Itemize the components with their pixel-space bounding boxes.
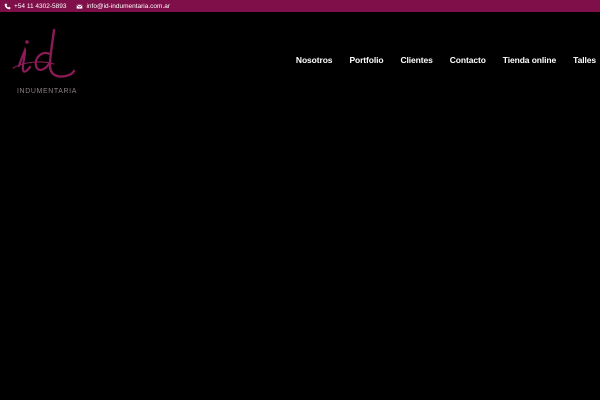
nav-link-nosotros[interactable]: Nosotros — [296, 55, 333, 65]
nav-item-portfolio: Portfolio — [349, 50, 383, 68]
top-contact-bar: +54 11 4302-5893 info@id-indumentaria.co… — [0, 0, 600, 12]
site-header: INDUMENTARIA Nosotros Portfolio Clientes… — [0, 12, 600, 102]
nav-item-talles: Talles — [573, 50, 596, 68]
logo-wordmark: INDUMENTARIA — [17, 88, 77, 95]
logo-mark — [12, 28, 76, 78]
nav-link-portfolio[interactable]: Portfolio — [349, 55, 383, 65]
nav-link-clientes[interactable]: Clientes — [400, 55, 432, 65]
page-content — [0, 102, 600, 400]
email-link[interactable]: info@id-indumentaria.com.ar — [76, 3, 170, 10]
phone-number: +54 11 4302-5893 — [14, 2, 67, 10]
nav-link-talles[interactable]: Talles — [573, 55, 596, 65]
nav-item-clientes: Clientes — [400, 50, 432, 68]
nav-link-contacto[interactable]: Contacto — [450, 55, 486, 65]
nav-item-contacto: Contacto — [450, 50, 486, 68]
email-address: info@id-indumentaria.com.ar — [86, 2, 171, 10]
main-nav: Nosotros Portfolio Clientes Contacto Tie… — [279, 50, 596, 68]
nav-link-tienda-online[interactable]: Tienda online — [503, 55, 556, 65]
nav-item-nosotros: Nosotros — [296, 50, 333, 68]
envelope-icon — [76, 3, 83, 10]
nav-item-tienda-online: Tienda online — [503, 50, 556, 68]
phone-link[interactable]: +54 11 4302-5893 — [4, 3, 66, 10]
logo[interactable]: INDUMENTARIA — [10, 26, 76, 98]
phone-icon — [4, 3, 11, 10]
